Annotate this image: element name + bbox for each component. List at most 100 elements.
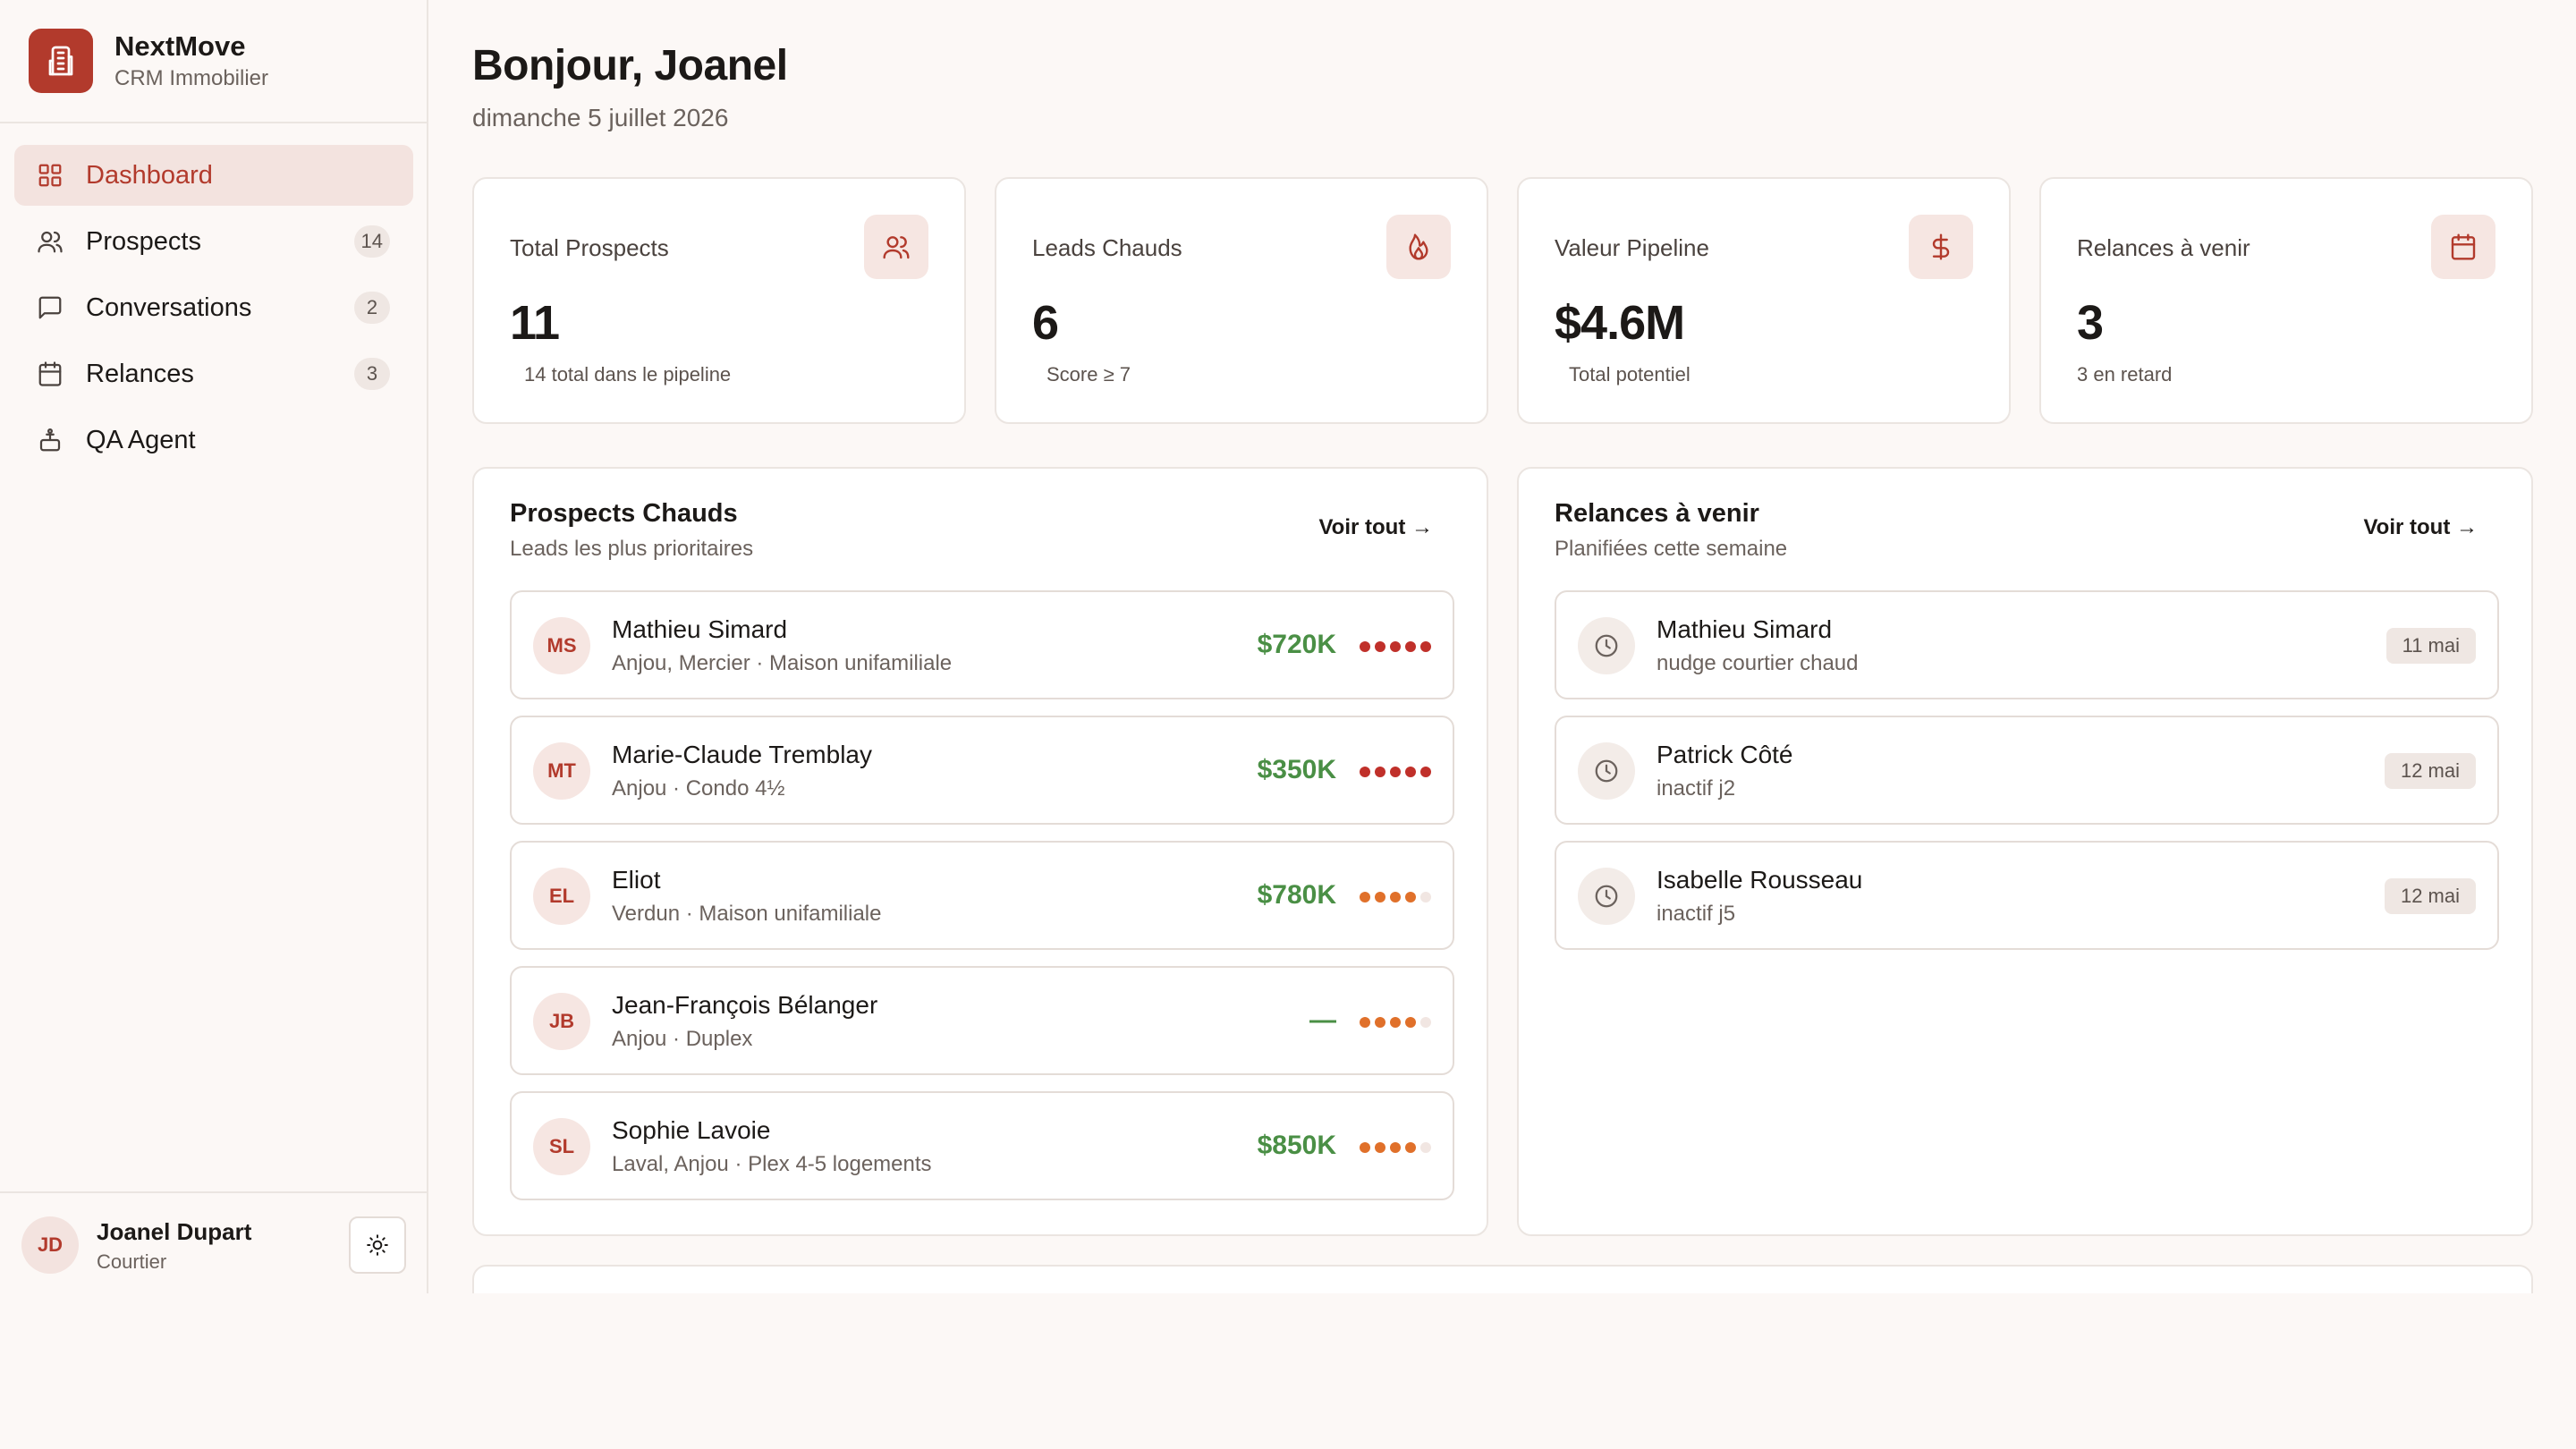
stat-value: 3 <box>2077 296 2104 350</box>
panel-subtitle: Leads les plus prioritaires <box>510 537 754 561</box>
avatar: JB <box>533 993 590 1050</box>
prospect-name: Jean-François Bélanger <box>612 991 878 1019</box>
score-dot-filled <box>1390 641 1401 652</box>
score-dot-filled <box>1375 767 1385 777</box>
prospect-row[interactable]: MT Marie-Claude Tremblay Anjou · Condo 4… <box>510 716 1454 825</box>
stat-label: Total Prospects <box>510 234 669 261</box>
avatar[interactable]: JD <box>21 1216 79 1274</box>
users-icon <box>864 215 928 279</box>
sidebar-item-relances[interactable]: Relances 3 <box>14 343 413 404</box>
stat-value: 6 <box>1032 296 1059 350</box>
panel-subtitle: Planifiées cette semaine <box>1555 537 1788 561</box>
stat-subtext: 3 en retard <box>2077 363 2173 386</box>
stat-value: $4.6M <box>1555 296 1685 350</box>
prospect-row[interactable]: MS Mathieu Simard Anjou, Mercier · Maiso… <box>510 590 1454 699</box>
hot-prospects-panel: Prospects Chauds Leads les plus priorita… <box>472 467 1488 1236</box>
flame-icon <box>1386 215 1451 279</box>
followup-name: Mathieu Simard <box>1657 615 1833 643</box>
bot-icon <box>36 426 64 454</box>
prospect-meta: Laval, Anjou · Plex 4-5 logements <box>612 1152 932 1176</box>
followup-note: inactif j5 <box>1657 902 1736 926</box>
avatar: EL <box>533 868 590 925</box>
prospect-meta: Anjou, Mercier · Maison unifamiliale <box>612 651 953 675</box>
sidebar-item-prospects[interactable]: Prospects 14 <box>14 211 413 272</box>
sidebar-item-qa-agent[interactable]: QA Agent <box>14 410 413 470</box>
followup-date-badge: 12 mai <box>2384 753 2476 789</box>
prospect-meta: Anjou · Condo 4½ <box>612 776 785 801</box>
clock-icon <box>1578 742 1635 800</box>
score-dot-filled <box>1420 767 1431 777</box>
calendar-icon <box>2431 215 2496 279</box>
score-dot-filled <box>1375 1142 1385 1153</box>
sidebar-nav: Dashboard Prospects 14 Conversations 2 R… <box>14 145 413 476</box>
prospect-row[interactable]: EL Eliot Verdun · Maison unifamiliale $7… <box>510 841 1454 950</box>
stat-subtext: Score ≥ 7 <box>1046 363 1131 386</box>
avatar: SL <box>533 1118 590 1175</box>
score-dot-empty <box>1420 1142 1431 1153</box>
users-icon <box>36 227 64 256</box>
see-all-followups-link[interactable]: Voir tout → <box>2363 515 2478 540</box>
followups-panel: Relances à venir Planifiées cette semain… <box>1517 467 2533 1236</box>
score-dots <box>1360 1142 1431 1153</box>
see-all-prospects-link[interactable]: Voir tout → <box>1318 515 1433 540</box>
prospect-value: $350K <box>1257 755 1336 784</box>
score-dots <box>1360 767 1431 777</box>
score-dot-filled <box>1360 641 1370 652</box>
score-dots <box>1360 1017 1431 1028</box>
score-dot-filled <box>1390 892 1401 902</box>
building-icon[interactable] <box>29 29 93 93</box>
stat-card-leads-chauds[interactable]: Leads Chauds 6 Score ≥ 7 <box>995 177 1488 424</box>
count-badge: 2 <box>354 292 390 324</box>
score-dot-filled <box>1375 1017 1385 1028</box>
prospect-name: Sophie Lavoie <box>612 1116 771 1144</box>
prospect-value: $850K <box>1257 1131 1336 1160</box>
main-content: Bonjour, Joanel dimanche 5 juillet 2026 … <box>429 0 2576 1293</box>
avatar: MS <box>533 617 590 674</box>
score-dot-filled <box>1420 641 1431 652</box>
calendar-icon <box>36 360 64 388</box>
score-dot-filled <box>1405 892 1416 902</box>
stat-label: Leads Chauds <box>1032 234 1182 261</box>
next-panel <box>472 1265 2533 1293</box>
stat-label: Relances à venir <box>2077 234 2250 261</box>
sidebar-item-label: Conversations <box>86 292 252 322</box>
prospect-value: $720K <box>1257 630 1336 659</box>
score-dot-filled <box>1360 767 1370 777</box>
sidebar-item-label: QA Agent <box>86 425 196 454</box>
followup-row[interactable]: Patrick Côté inactif j2 12 mai <box>1555 716 2499 825</box>
prospect-row[interactable]: JB Jean-François Bélanger Anjou · Duplex… <box>510 966 1454 1075</box>
score-dot-filled <box>1405 1017 1416 1028</box>
theme-toggle-button[interactable] <box>349 1216 406 1274</box>
prospect-meta: Verdun · Maison unifamiliale <box>612 902 882 926</box>
user-profile: JD Joanel Dupart Courtier <box>0 1191 427 1293</box>
clock-icon <box>1578 617 1635 674</box>
stat-card-relances[interactable]: Relances à venir 3 3 en retard <box>2039 177 2533 424</box>
grid-icon <box>36 161 64 190</box>
clock-icon <box>1578 868 1635 925</box>
sidebar-item-label: Dashboard <box>86 160 213 190</box>
followup-row[interactable]: Isabelle Rousseau inactif j5 12 mai <box>1555 841 2499 950</box>
stat-value: 11 <box>510 296 560 350</box>
score-dots <box>1360 892 1431 902</box>
score-dot-filled <box>1390 767 1401 777</box>
prospect-value: $780K <box>1257 880 1336 910</box>
stat-card-total-prospects[interactable]: Total Prospects 11 14 total dans le pipe… <box>472 177 966 424</box>
followup-row[interactable]: Mathieu Simard nudge courtier chaud 11 m… <box>1555 590 2499 699</box>
stat-label: Valeur Pipeline <box>1555 234 1709 261</box>
score-dot-filled <box>1390 1017 1401 1028</box>
stat-card-valeur-pipeline[interactable]: Valeur Pipeline $4.6M Total potentiel <box>1517 177 2011 424</box>
score-dot-filled <box>1360 892 1370 902</box>
app-window: NextMove CRM Immobilier Dashboard Prospe… <box>0 0 2576 1293</box>
score-dot-empty <box>1420 1017 1431 1028</box>
sidebar-item-dashboard[interactable]: Dashboard <box>14 145 413 206</box>
score-dot-filled <box>1360 1017 1370 1028</box>
avatar: MT <box>533 742 590 800</box>
brand-header: NextMove CRM Immobilier <box>0 0 427 123</box>
sidebar-item-conversations[interactable]: Conversations 2 <box>14 277 413 338</box>
followup-name: Patrick Côté <box>1657 741 1793 768</box>
prospect-name: Mathieu Simard <box>612 615 788 643</box>
prospect-row[interactable]: SL Sophie Lavoie Laval, Anjou · Plex 4-5… <box>510 1091 1454 1200</box>
prospect-meta: Anjou · Duplex <box>612 1027 753 1051</box>
score-dot-filled <box>1405 1142 1416 1153</box>
prospect-name: Eliot <box>612 866 661 894</box>
